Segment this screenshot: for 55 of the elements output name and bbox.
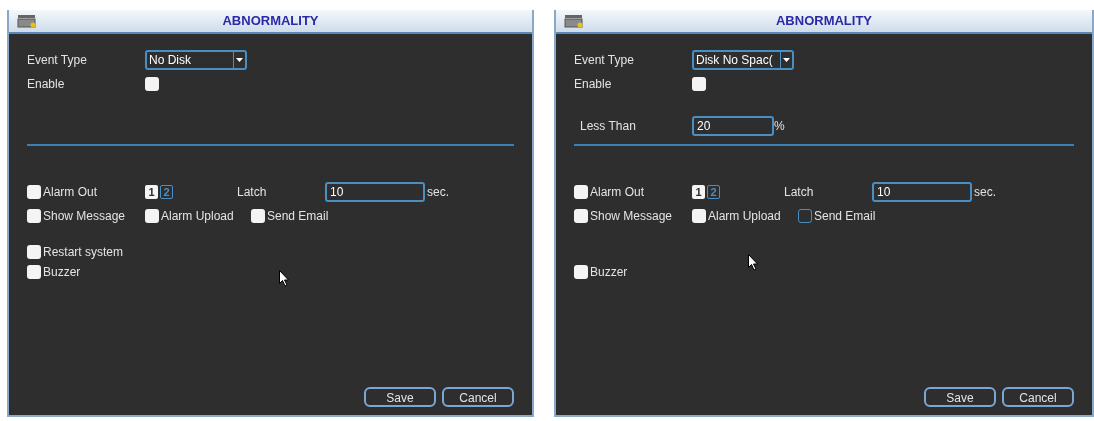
checkbox-label: Show Message xyxy=(590,208,673,225)
latch-field[interactable]: 10 xyxy=(872,182,972,202)
checkbox-label: Alarm Upload xyxy=(161,208,234,225)
checkbox-label: Send Email xyxy=(814,208,876,225)
unit-label: sec. xyxy=(427,184,449,201)
field-label: Event Type xyxy=(574,52,635,69)
field-label: Latch xyxy=(237,184,268,201)
window-title: ABNORMALITY xyxy=(221,12,320,31)
channel-button[interactable]: 2 xyxy=(707,185,720,199)
caret-icon xyxy=(780,52,792,68)
latch-field[interactable]: 10 xyxy=(325,182,425,202)
checkbox[interactable] xyxy=(251,209,265,223)
field-label: Enable xyxy=(27,76,66,93)
field-label: Enable xyxy=(574,76,613,93)
mouse-pointer-icon xyxy=(748,254,759,271)
unit-label: % xyxy=(774,118,785,135)
mouse-pointer-icon xyxy=(279,270,290,287)
checkbox-label: Send Email xyxy=(267,208,329,225)
monitor-icon xyxy=(17,14,37,28)
checkbox[interactable] xyxy=(27,185,41,199)
checkbox[interactable] xyxy=(27,209,41,223)
monitor-icon xyxy=(564,14,584,28)
checkbox[interactable] xyxy=(692,209,706,223)
checkbox-label: Alarm Out xyxy=(43,184,97,201)
checkbox[interactable] xyxy=(692,77,706,91)
checkbox-label: Alarm Out xyxy=(590,184,644,201)
checkbox-label: Buzzer xyxy=(43,264,81,281)
caret-icon xyxy=(233,52,245,68)
checkbox-label: Show Message xyxy=(43,208,126,225)
channel-button[interactable]: 1 xyxy=(145,185,158,199)
checkbox[interactable] xyxy=(574,185,588,199)
checkbox-label: Alarm Upload xyxy=(708,208,781,225)
checkbox[interactable] xyxy=(145,209,159,223)
channel-button[interactable]: 2 xyxy=(160,185,173,199)
unit-label: sec. xyxy=(974,184,996,201)
window-title: ABNORMALITY xyxy=(774,12,873,31)
checkbox[interactable] xyxy=(574,265,588,279)
dialog-button[interactable]: Save xyxy=(924,387,996,407)
checkbox[interactable] xyxy=(145,77,159,91)
threshold-field[interactable]: 20 xyxy=(692,116,774,136)
event-type-dropdown[interactable]: No Disk xyxy=(145,50,247,70)
dialog-button[interactable]: Cancel xyxy=(442,387,514,407)
dialog-button[interactable]: Cancel xyxy=(1002,387,1074,407)
field-label: Latch xyxy=(784,184,815,201)
checkbox[interactable] xyxy=(27,245,41,259)
checkbox-label: Restart system xyxy=(43,244,123,261)
checkbox-label: Buzzer xyxy=(590,264,628,281)
dialog-button[interactable]: Save xyxy=(364,387,436,407)
field-label: Less Than xyxy=(580,118,637,135)
field-label: Event Type xyxy=(27,52,88,69)
checkbox[interactable] xyxy=(27,265,41,279)
event-type-dropdown[interactable]: Disk No Spac( xyxy=(692,50,794,70)
channel-button[interactable]: 1 xyxy=(692,185,705,199)
checkbox[interactable] xyxy=(574,209,588,223)
checkbox[interactable] xyxy=(798,209,812,223)
